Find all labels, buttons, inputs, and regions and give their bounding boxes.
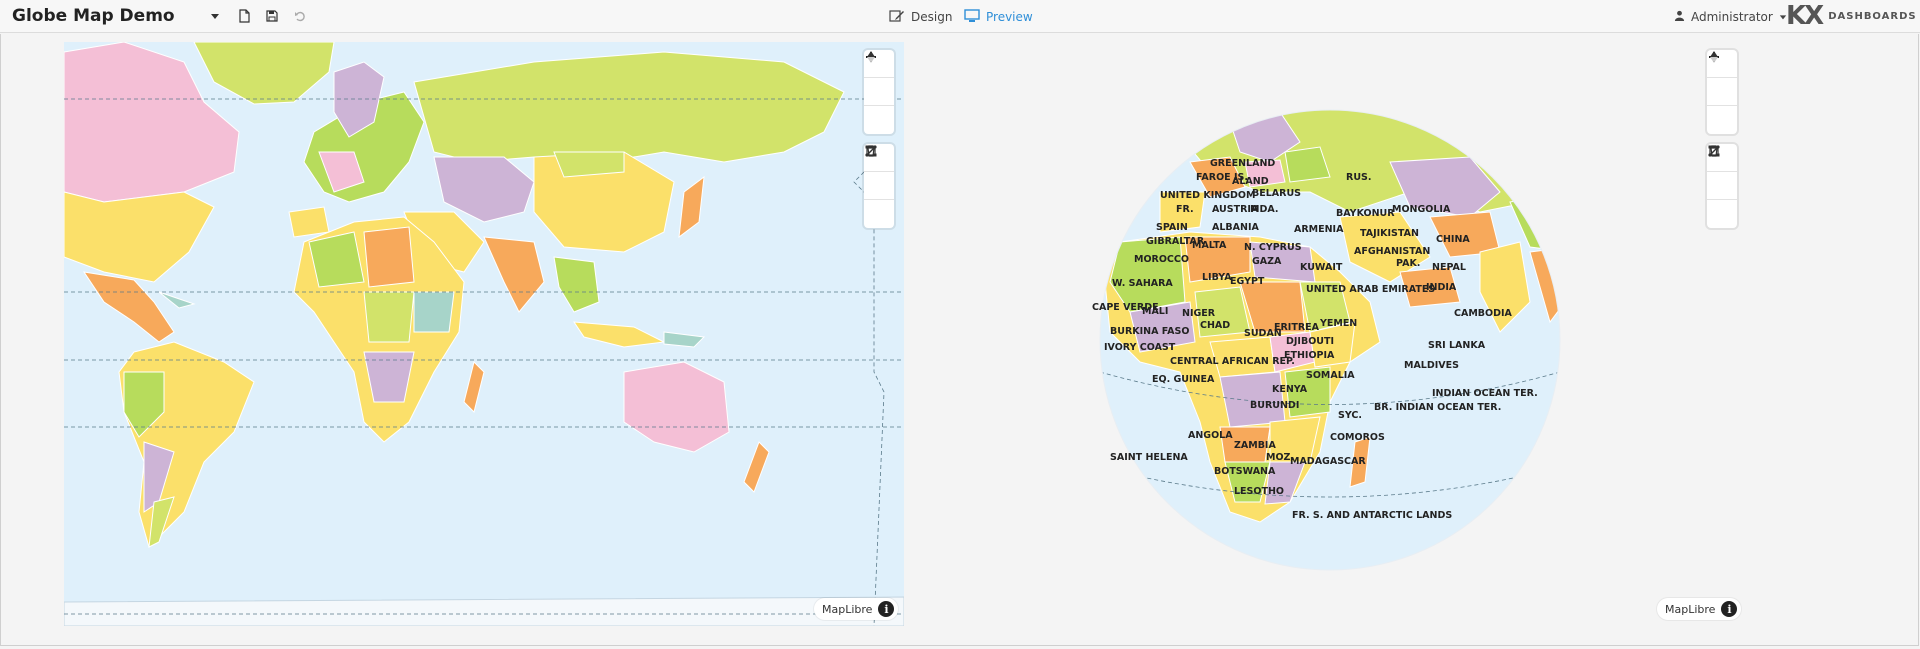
globe-country-label: ARMENIA xyxy=(1294,224,1344,235)
globe-country-label: SUDAN xyxy=(1244,328,1282,339)
globe-country-label: MALDIVES xyxy=(1404,360,1459,371)
globe-country-label: UNITED ARAB EMIRATES xyxy=(1306,284,1435,295)
globe-country-label: CHINA xyxy=(1436,234,1470,245)
trash-icon xyxy=(867,145,875,157)
globe-country-label: EQ. GUINEA xyxy=(1152,374,1215,385)
globe-country-label: CHAD xyxy=(1200,320,1230,331)
globe-country-label: SYC. xyxy=(1338,410,1362,421)
globe-country-label: TAJIKISTAN xyxy=(1360,228,1419,239)
globe-country-label: ZAMBIA xyxy=(1234,440,1276,451)
brand-logo: KX DASHBOARDS xyxy=(1786,1,1917,31)
globe-graphic: GREENLANDFAROE IS.ALAND RUS.UNITED KINGDO… xyxy=(1092,109,1561,571)
dashboard-canvas: MapLibre i GREENLAND FAROE IS. ALAND RUS… xyxy=(0,34,1920,649)
globe-country-label: BELARUS xyxy=(1252,188,1301,199)
globe-country-label: BURKINA FASO xyxy=(1110,326,1189,337)
globe-country-label: RUS. xyxy=(1346,172,1371,183)
dashboard-title: Globe Map Demo xyxy=(12,6,175,26)
globe-map[interactable]: GREENLAND FAROE IS. ALAND RUS. UNITED KINGDO… xyxy=(1010,42,1900,626)
globe-country-label: BR. INDIAN OCEAN TER. xyxy=(1374,402,1501,413)
globe-country-label: ALBANIA xyxy=(1212,222,1259,233)
globe-country-label: INDIAN OCEAN TER. xyxy=(1432,388,1538,399)
globe-country-label: UNITED KINGDOM xyxy=(1160,190,1255,201)
design-mode-label: Design xyxy=(911,10,953,24)
trash-icon xyxy=(1710,145,1718,157)
flat-draw-polygon-button[interactable] xyxy=(864,145,894,200)
globe-country-label: N. CYPRUS xyxy=(1244,242,1302,253)
globe-country-label: ALAND xyxy=(1232,176,1269,187)
globe-country-label: GREENLAND xyxy=(1210,158,1275,169)
preview-mode-label: Preview xyxy=(986,10,1033,24)
globe-country-label: SPAIN xyxy=(1156,222,1188,233)
globe-country-label: CENTRAL AFRICAN REP. xyxy=(1170,356,1295,367)
undo-icon[interactable] xyxy=(292,8,308,24)
globe-country-label: CAMBODIA xyxy=(1454,308,1513,319)
globe-country-label: GAZA xyxy=(1252,256,1282,267)
globe-country-label: KENYA xyxy=(1272,384,1308,395)
flat-world-map[interactable]: MapLibre i xyxy=(64,42,904,626)
globe-country-label: MALI xyxy=(1142,306,1168,317)
flat-trash-button[interactable] xyxy=(864,145,894,228)
design-mode-button[interactable]: Design xyxy=(889,8,952,26)
globe-country-label: EGYPT xyxy=(1230,276,1265,287)
globe-country-label: AFGHANISTAN xyxy=(1354,246,1430,257)
flat-zoom-out-button[interactable] xyxy=(864,56,894,106)
info-icon[interactable]: i xyxy=(878,601,895,617)
globe-country-label: LIBYA xyxy=(1202,272,1232,283)
globe-country-label: BAYKONUR xyxy=(1336,208,1395,219)
user-icon xyxy=(1674,10,1685,24)
globe-country-label: COMOROS xyxy=(1330,432,1385,443)
globe-trash-button[interactable] xyxy=(1707,145,1737,228)
globe-country-label: LESOTHO xyxy=(1234,486,1284,497)
save-icon[interactable] xyxy=(264,8,280,24)
user-name: Administrator xyxy=(1691,10,1773,24)
globe-attribution-text: MapLibre xyxy=(1665,602,1716,616)
globe-country-label: SOMALIA xyxy=(1306,370,1355,381)
compass-icon xyxy=(1710,51,1718,63)
globe-country-label: NEPAL xyxy=(1432,262,1466,273)
flat-map-navigation-controls xyxy=(864,50,894,134)
globe-country-label: YEMEN xyxy=(1319,318,1357,329)
globe-country-label: ANGOLA xyxy=(1188,430,1233,441)
monitor-icon xyxy=(964,8,980,26)
globe-map-attribution: MapLibre i xyxy=(1657,598,1742,620)
compass-icon xyxy=(867,51,875,63)
globe-country-label: BURUNDI xyxy=(1250,400,1299,411)
globe-country-label: IVORY COAST xyxy=(1104,342,1176,353)
globe-country-label: NIGER xyxy=(1182,308,1216,319)
globe-country-label: MOROCCO xyxy=(1134,254,1189,265)
globe-country-label: BOTSWANA xyxy=(1214,466,1276,477)
flat-map-draw-controls xyxy=(864,144,894,228)
globe-country-label: MDA. xyxy=(1250,204,1278,215)
brand-text: DASHBOARDS xyxy=(1828,10,1917,22)
dropdown-caret-icon[interactable] xyxy=(207,8,223,24)
globe-country-label: MONGOLIA xyxy=(1392,204,1451,215)
globe-map-navigation-controls xyxy=(1707,50,1737,134)
globe-reset-north-button[interactable] xyxy=(1707,51,1737,134)
globe-country-label: SAINT HELENA xyxy=(1110,452,1188,463)
globe-zoom-out-button[interactable] xyxy=(1707,56,1737,106)
globe-map-draw-controls xyxy=(1707,144,1737,228)
pencil-icon xyxy=(889,9,905,26)
flat-map-graphic xyxy=(64,42,904,626)
globe-country-label: MALTA xyxy=(1192,240,1227,251)
user-menu[interactable]: Administrator xyxy=(1674,8,1787,26)
globe-country-label: W. SAHARA xyxy=(1112,278,1173,289)
info-icon[interactable]: i xyxy=(1721,601,1738,617)
globe-country-label: KUWAIT xyxy=(1300,262,1343,273)
globe-country-label: SRI LANKA xyxy=(1428,340,1486,351)
flat-reset-north-button[interactable] xyxy=(864,51,894,134)
globe-country-label: FR. xyxy=(1176,204,1194,215)
preview-mode-button[interactable]: Preview xyxy=(964,8,1033,26)
top-toolbar: Globe Map Demo Design Preview Administra… xyxy=(0,0,1920,33)
globe-country-label: FR. S. AND ANTARCTIC LANDS xyxy=(1292,510,1452,521)
flat-map-attribution: MapLibre i xyxy=(814,598,899,620)
globe-country-label: MADAGASCAR xyxy=(1290,456,1366,467)
globe-country-label: DJIBOUTI xyxy=(1286,336,1334,347)
flat-attribution-text: MapLibre xyxy=(822,602,873,616)
brand-mark: KX xyxy=(1786,1,1824,31)
globe-country-label: PAK. xyxy=(1396,258,1420,269)
new-file-icon[interactable] xyxy=(236,8,252,24)
globe-draw-polygon-button[interactable] xyxy=(1707,145,1737,200)
